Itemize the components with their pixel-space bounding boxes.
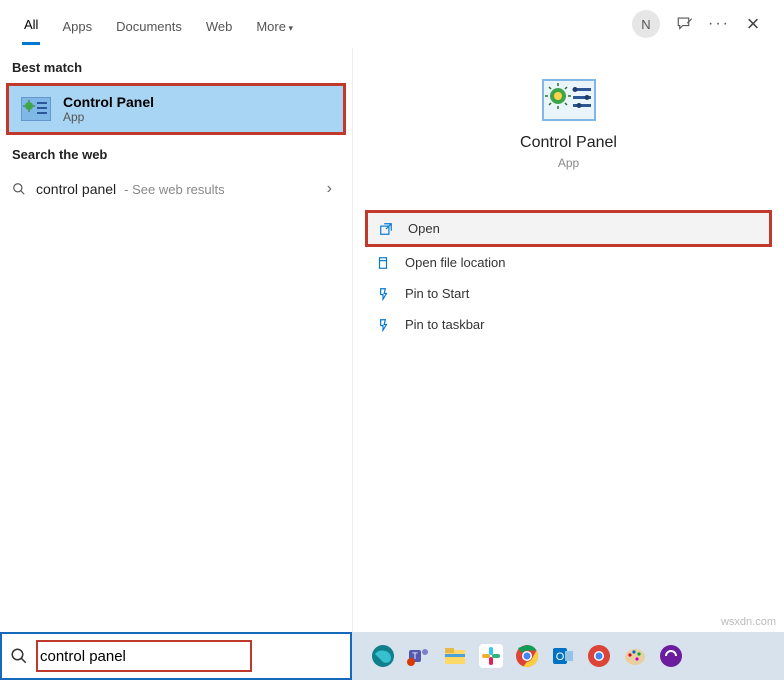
action-open[interactable]: Open — [365, 210, 772, 247]
svg-text:O: O — [556, 651, 565, 663]
best-match-title: Control Panel — [63, 94, 154, 110]
tab-all[interactable]: All — [22, 3, 40, 45]
watermark: wsxdn.com — [721, 616, 776, 628]
taskbar-edge-icon[interactable] — [370, 643, 396, 669]
taskbar-teams-icon[interactable]: T — [406, 643, 432, 669]
top-actions: N ··· × — [632, 10, 772, 38]
taskbar-app-icon[interactable] — [658, 643, 684, 669]
control-panel-icon — [21, 97, 51, 121]
close-button[interactable]: × — [744, 15, 762, 33]
preview-sub: App — [558, 156, 579, 170]
tab-apps[interactable]: Apps — [60, 5, 94, 44]
pin-taskbar-icon — [375, 318, 391, 332]
main-area: Best match Control Panel App Search the … — [0, 48, 784, 632]
web-result-item[interactable]: control panel - See web results › — [0, 170, 352, 208]
search-tabs: All Apps Documents Web More — [12, 3, 632, 45]
preview-panel: Control Panel App Open Open file locatio… — [352, 48, 784, 632]
action-pin-start-label: Pin to Start — [405, 286, 469, 301]
search-input[interactable] — [36, 644, 350, 669]
search-icon — [12, 182, 28, 196]
preview-header: Control Panel App — [353, 68, 784, 190]
action-file-location-label: Open file location — [405, 255, 505, 270]
taskbar-paint-icon[interactable] — [622, 643, 648, 669]
bottom-bar: T O — [0, 632, 784, 680]
best-match-label: Best match — [0, 48, 352, 83]
action-open-label: Open — [408, 221, 440, 236]
user-avatar[interactable]: N — [632, 10, 660, 38]
search-web-label: Search the web — [0, 135, 352, 170]
top-bar: All Apps Documents Web More N ··· × — [0, 0, 784, 48]
best-match-control-panel[interactable]: Control Panel App — [6, 83, 346, 135]
action-file-location[interactable]: Open file location — [365, 247, 772, 278]
tab-web[interactable]: Web — [204, 5, 235, 44]
search-box[interactable] — [0, 632, 352, 680]
taskbar-outlook-icon[interactable]: O — [550, 643, 576, 669]
search-box-icon — [10, 647, 28, 665]
control-panel-icon-large — [541, 78, 597, 122]
preview-title: Control Panel — [520, 134, 617, 152]
more-options-icon[interactable]: ··· — [710, 15, 728, 33]
web-result-query: control panel — [36, 181, 116, 197]
action-pin-taskbar-label: Pin to taskbar — [405, 317, 485, 332]
open-icon — [378, 222, 394, 236]
taskbar: T O — [352, 632, 784, 680]
feedback-icon[interactable] — [676, 15, 694, 33]
taskbar-chrome-icon[interactable] — [514, 643, 540, 669]
chevron-right-icon: › — [327, 180, 340, 198]
tab-more[interactable]: More — [254, 5, 295, 44]
action-pin-taskbar[interactable]: Pin to taskbar — [365, 309, 772, 340]
tab-documents[interactable]: Documents — [114, 5, 184, 44]
pin-start-icon — [375, 287, 391, 301]
taskbar-chrome2-icon[interactable] — [586, 643, 612, 669]
best-match-sub: App — [63, 110, 154, 124]
best-match-text: Control Panel App — [63, 94, 154, 124]
web-result-hint: - See web results — [124, 182, 224, 197]
taskbar-explorer-icon[interactable] — [442, 643, 468, 669]
action-list: Open Open file location Pin to Start Pin… — [365, 210, 772, 340]
results-panel: Best match Control Panel App Search the … — [0, 48, 352, 632]
file-location-icon — [375, 256, 391, 270]
taskbar-slack-icon[interactable] — [478, 643, 504, 669]
action-pin-start[interactable]: Pin to Start — [365, 278, 772, 309]
